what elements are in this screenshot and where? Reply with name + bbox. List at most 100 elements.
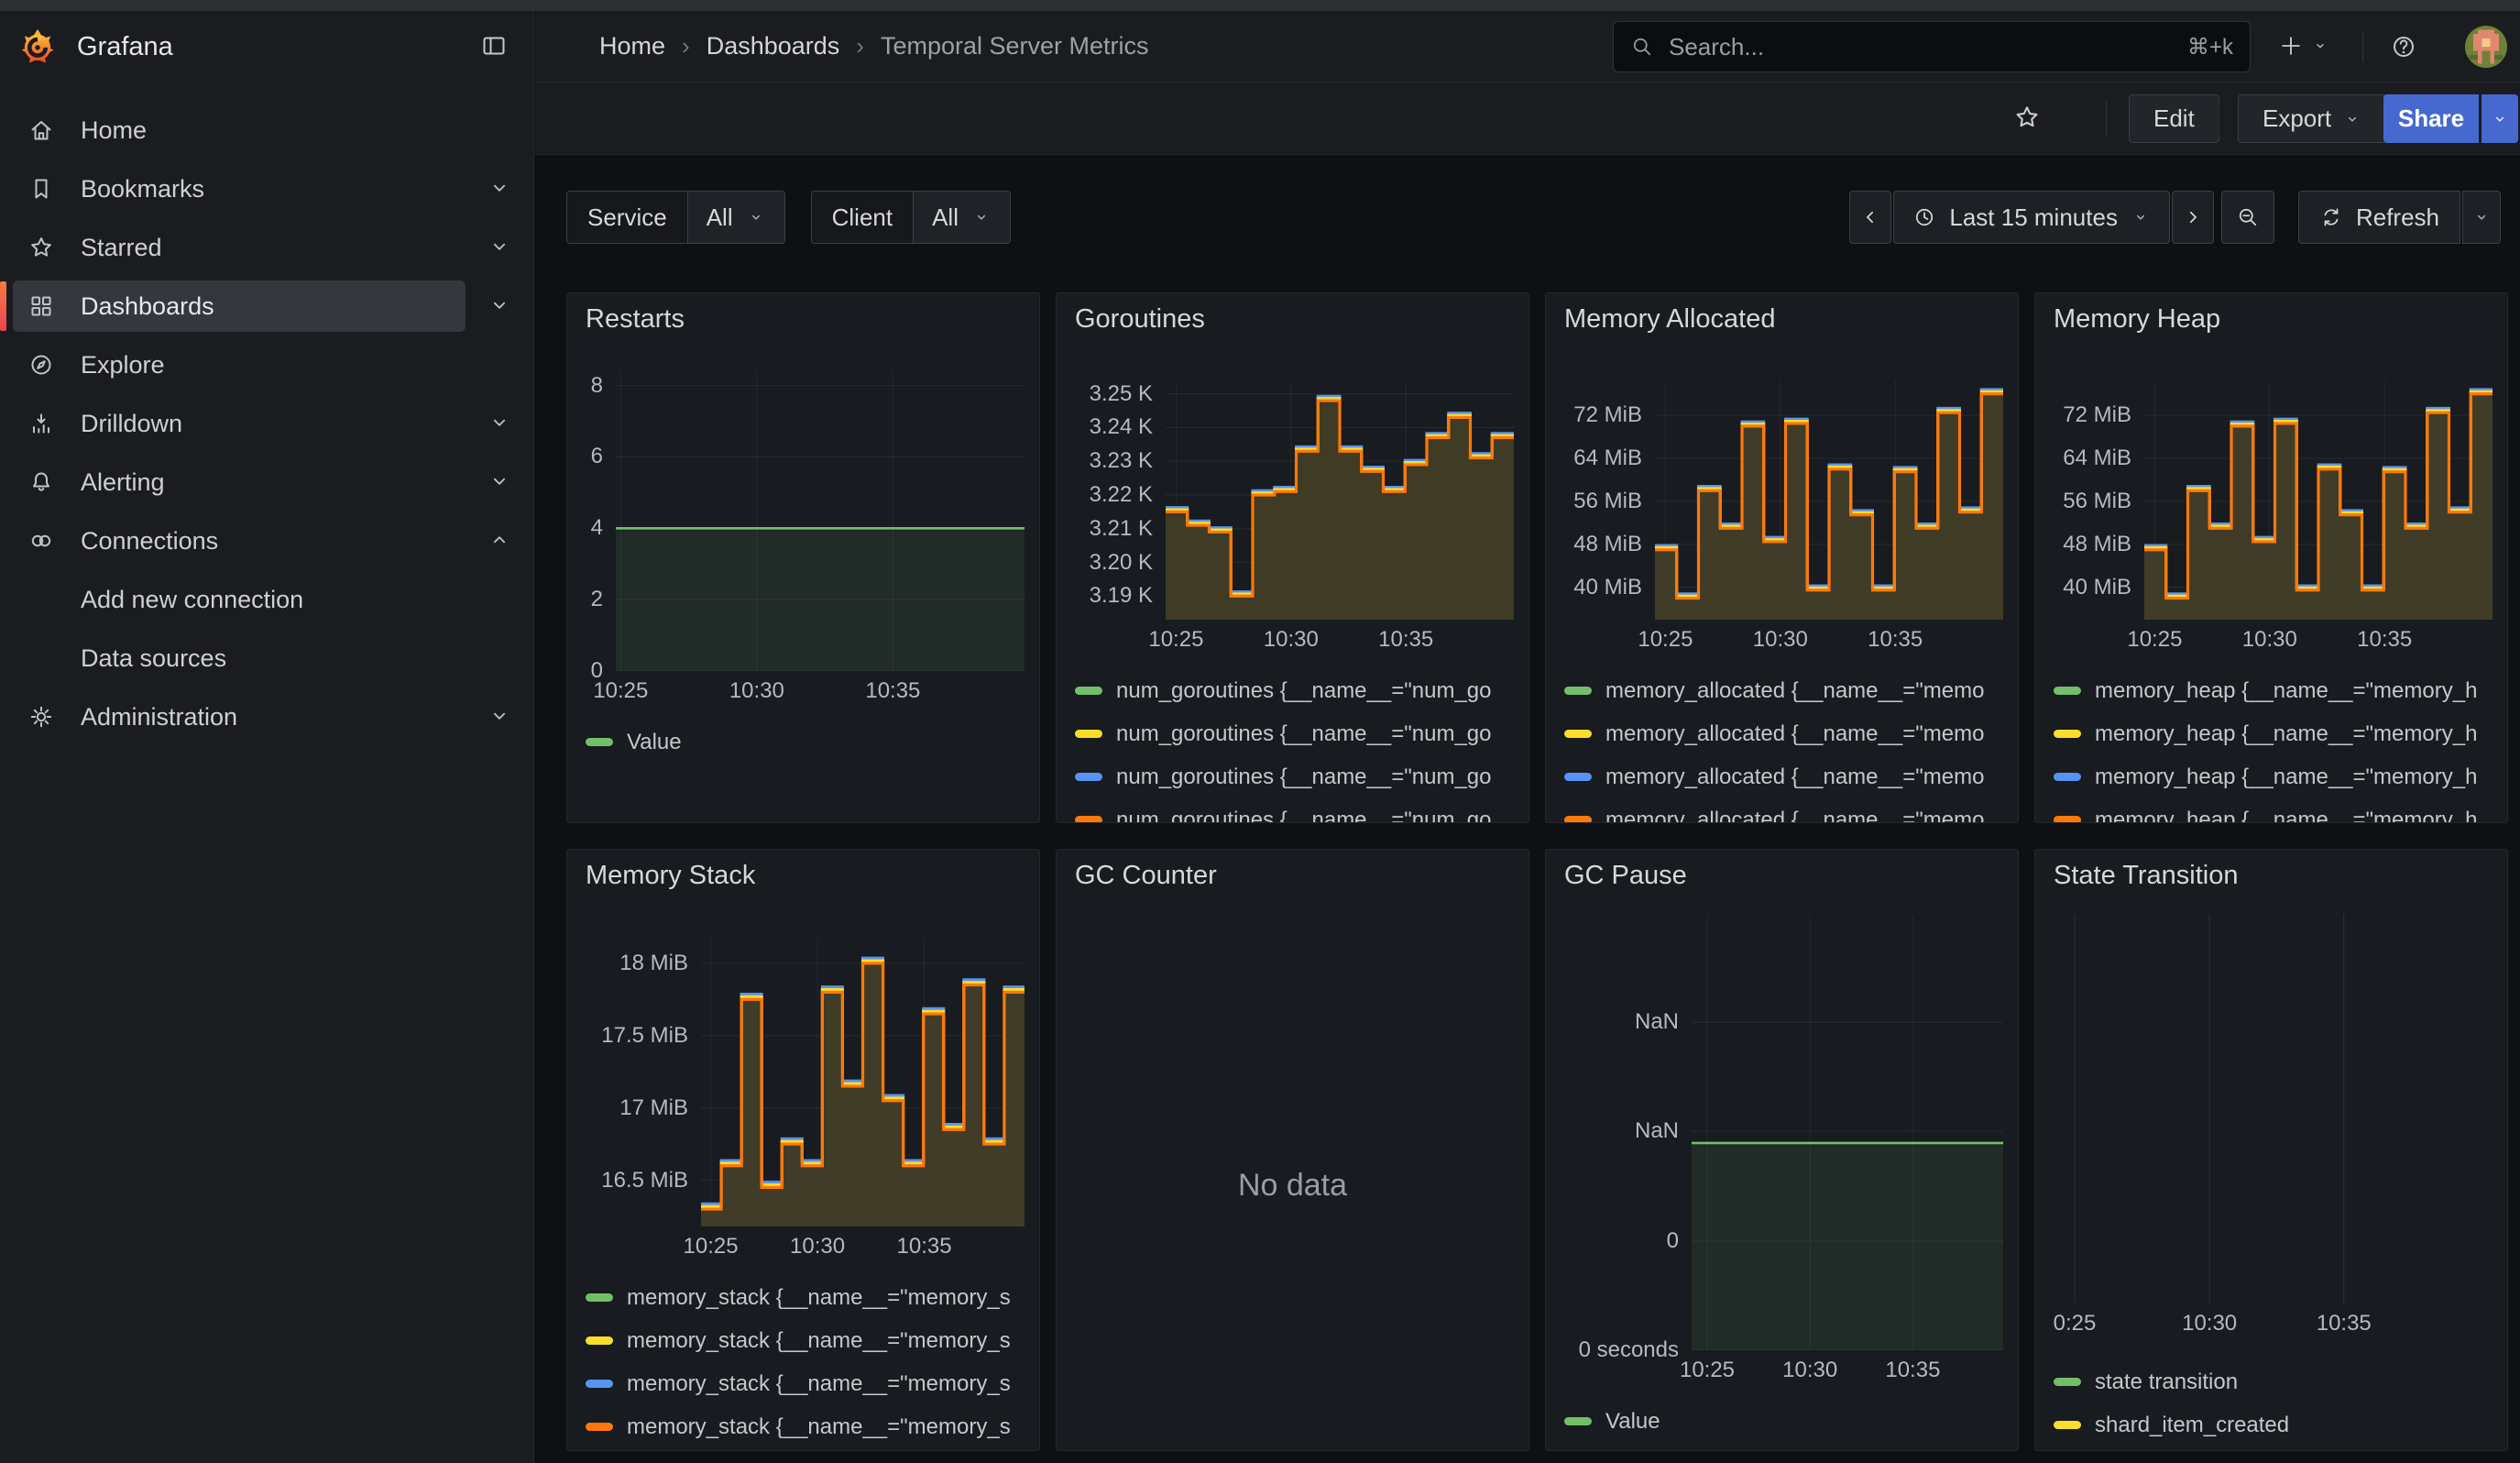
- legend-row: num_goroutines {__name__="num_go: [1075, 755, 1528, 798]
- legend-label[interactable]: num_goroutines {__name__="num_go: [1116, 808, 1492, 824]
- panel-memory-stack: Memory Stack 16.5 MiB17 MiB17.5 MiB18 Mi…: [566, 849, 1040, 1451]
- add-new-button[interactable]: [2278, 33, 2329, 59]
- plot-area: [1655, 380, 2003, 620]
- filter-service[interactable]: ServiceAll: [566, 191, 785, 244]
- avatar[interactable]: [2465, 26, 2507, 68]
- panel-title[interactable]: Memory Allocated: [1564, 304, 1776, 335]
- legend-label[interactable]: memory_allocated {__name__="memo: [1605, 808, 1984, 824]
- legend-label[interactable]: memory_heap {__name__="memory_h: [2095, 678, 2477, 704]
- legend-label[interactable]: memory_stack {__name__="memory_s: [627, 1414, 1011, 1440]
- sidebar-item-administration[interactable]: Administration: [0, 688, 533, 746]
- filter-client[interactable]: ClientAll: [811, 191, 1011, 244]
- x-axis: 10:2510:3010:35: [616, 671, 1024, 706]
- panel-title[interactable]: GC Pause: [1564, 861, 1687, 891]
- sidebar-item-home[interactable]: Home: [0, 101, 533, 160]
- legend-label[interactable]: shard_item_created: [2095, 1413, 2289, 1438]
- chart: NaNNaN00 seconds 10:2510:3010:35: [1564, 916, 2003, 1385]
- time-shift-forward-button[interactable]: [2172, 191, 2214, 244]
- legend-label[interactable]: memory_stack {__name__="memory_s: [627, 1371, 1011, 1397]
- legend-label[interactable]: num_goroutines {__name__="num_go: [1116, 764, 1492, 790]
- x-axis-label: 10:35: [865, 678, 920, 704]
- legend-swatch: [2054, 1378, 2081, 1386]
- panel-title[interactable]: Restarts: [586, 304, 685, 335]
- time-range-button[interactable]: Last 15 minutes: [1893, 191, 2170, 244]
- filter-value-dropdown[interactable]: All: [688, 192, 784, 243]
- sidebar-item-label: Add new connection: [81, 586, 303, 614]
- panel-body: 16.5 MiB17 MiB17.5 MiB18 MiB 10:2510:301…: [586, 939, 1024, 1448]
- refresh-interval-button[interactable]: [2462, 191, 2501, 244]
- legend-label[interactable]: memory_allocated {__name__="memo: [1605, 678, 1984, 704]
- favorite-star-icon[interactable]: [2012, 103, 2042, 132]
- legend-label[interactable]: Value: [627, 730, 682, 755]
- sidebar-item-bookmarks[interactable]: Bookmarks: [0, 160, 533, 218]
- filter-value-dropdown[interactable]: All: [914, 192, 1010, 243]
- legend-label[interactable]: memory_allocated {__name__="memo: [1605, 764, 1984, 790]
- x-axis-label: 10:25: [1148, 627, 1203, 653]
- y-axis: 3.19 K3.20 K3.21 K3.22 K3.23 K3.24 K3.25…: [1075, 380, 1166, 620]
- legend-label[interactable]: memory_allocated {__name__="memo: [1605, 721, 1984, 747]
- y-axis-label: 4: [591, 515, 603, 541]
- edit-button[interactable]: Edit: [2129, 94, 2219, 143]
- legend-label[interactable]: num_goroutines {__name__="num_go: [1116, 678, 1492, 704]
- time-range-label: Last 15 minutes: [1949, 204, 2118, 232]
- sidebar-item-drilldown[interactable]: Drilldown: [0, 394, 533, 453]
- legend-label[interactable]: memory_stack {__name__="memory_s: [627, 1285, 1011, 1311]
- chevron-down-icon[interactable]: [487, 703, 512, 729]
- chevron-down-icon[interactable]: [487, 175, 512, 201]
- legend-label[interactable]: memory_heap {__name__="memory_h: [2095, 764, 2477, 790]
- chevron-down-icon[interactable]: [487, 468, 512, 494]
- legend-label[interactable]: state transition: [2095, 1370, 2238, 1395]
- breadcrumb-item[interactable]: Home: [599, 32, 665, 60]
- share-dropdown-button[interactable]: [2482, 94, 2518, 143]
- sidebar-toggle-icon[interactable]: [480, 32, 508, 60]
- time-shift-back-button[interactable]: [1849, 191, 1891, 244]
- breadcrumb-item[interactable]: Dashboards: [707, 32, 840, 60]
- legend-swatch: [586, 738, 613, 746]
- legend-swatch: [2054, 730, 2081, 738]
- chevron-up-icon[interactable]: [487, 527, 512, 553]
- search-box[interactable]: ⌘+k: [1613, 21, 2251, 72]
- chevron-down-icon[interactable]: [487, 410, 512, 435]
- legend: num_goroutines {__name__="num_go num_gor…: [1075, 669, 1528, 823]
- sidebar-item-label: Drilldown: [81, 410, 182, 438]
- chevron-down-icon[interactable]: [487, 234, 512, 259]
- legend-row: memory_stack {__name__="memory_s: [586, 1276, 1038, 1319]
- filter-label: Client: [812, 192, 914, 243]
- legend: Value: [586, 720, 1038, 764]
- legend-row: num_goroutines {__name__="num_go: [1075, 798, 1528, 823]
- x-axis-label: 10:30: [1753, 627, 1808, 653]
- legend-label[interactable]: memory_stack {__name__="memory_s: [627, 1328, 1011, 1354]
- grafana-logo[interactable]: [15, 24, 60, 70]
- legend-label[interactable]: num_goroutines {__name__="num_go: [1116, 721, 1492, 747]
- sidebar-item-starred[interactable]: Starred: [0, 218, 533, 277]
- sidebar-item-add-new-connection[interactable]: Add new connection: [0, 570, 533, 629]
- panel-title[interactable]: Memory Heap: [2054, 304, 2220, 335]
- sidebar-item-connections[interactable]: Connections: [0, 512, 533, 570]
- breadcrumb-separator: ›: [856, 32, 864, 60]
- legend-label[interactable]: Value: [1605, 1409, 1660, 1435]
- zoom-out-button[interactable]: [2221, 191, 2274, 244]
- export-button[interactable]: Export: [2238, 94, 2387, 143]
- chart: 40 MiB48 MiB56 MiB64 MiB72 MiB 10:2510:3…: [1564, 380, 2003, 654]
- help-icon[interactable]: [2390, 33, 2417, 60]
- legend-label[interactable]: memory_heap {__name__="memory_h: [2095, 721, 2477, 747]
- share-button[interactable]: Share: [2383, 94, 2479, 143]
- legend-label[interactable]: memory_heap {__name__="memory_h: [2095, 808, 2477, 824]
- search-input[interactable]: [1667, 32, 2187, 62]
- sidebar-item-explore[interactable]: Explore: [0, 336, 533, 394]
- legend: memory_heap {__name__="memory_h memory_h…: [2054, 669, 2506, 823]
- panel-title[interactable]: GC Counter: [1075, 861, 1217, 891]
- legend-swatch: [2054, 816, 2081, 823]
- y-axis-label: 3.21 K: [1090, 516, 1153, 542]
- panel-title[interactable]: Goroutines: [1075, 304, 1205, 335]
- sidebar-item-data-sources[interactable]: Data sources: [0, 629, 533, 688]
- sidebar-item-alerting[interactable]: Alerting: [0, 453, 533, 512]
- sidebar-item-dashboards[interactable]: Dashboards: [0, 277, 533, 336]
- refresh-button[interactable]: Refresh: [2298, 191, 2460, 244]
- chevron-down-icon[interactable]: [487, 292, 512, 318]
- panel-title[interactable]: Memory Stack: [586, 861, 755, 891]
- window-title-strip: [0, 0, 2520, 11]
- x-axis-label: 10:30: [790, 1234, 845, 1260]
- panel-title[interactable]: State Transition: [2054, 861, 2239, 891]
- breadcrumb-item: Temporal Server Metrics: [881, 32, 1149, 60]
